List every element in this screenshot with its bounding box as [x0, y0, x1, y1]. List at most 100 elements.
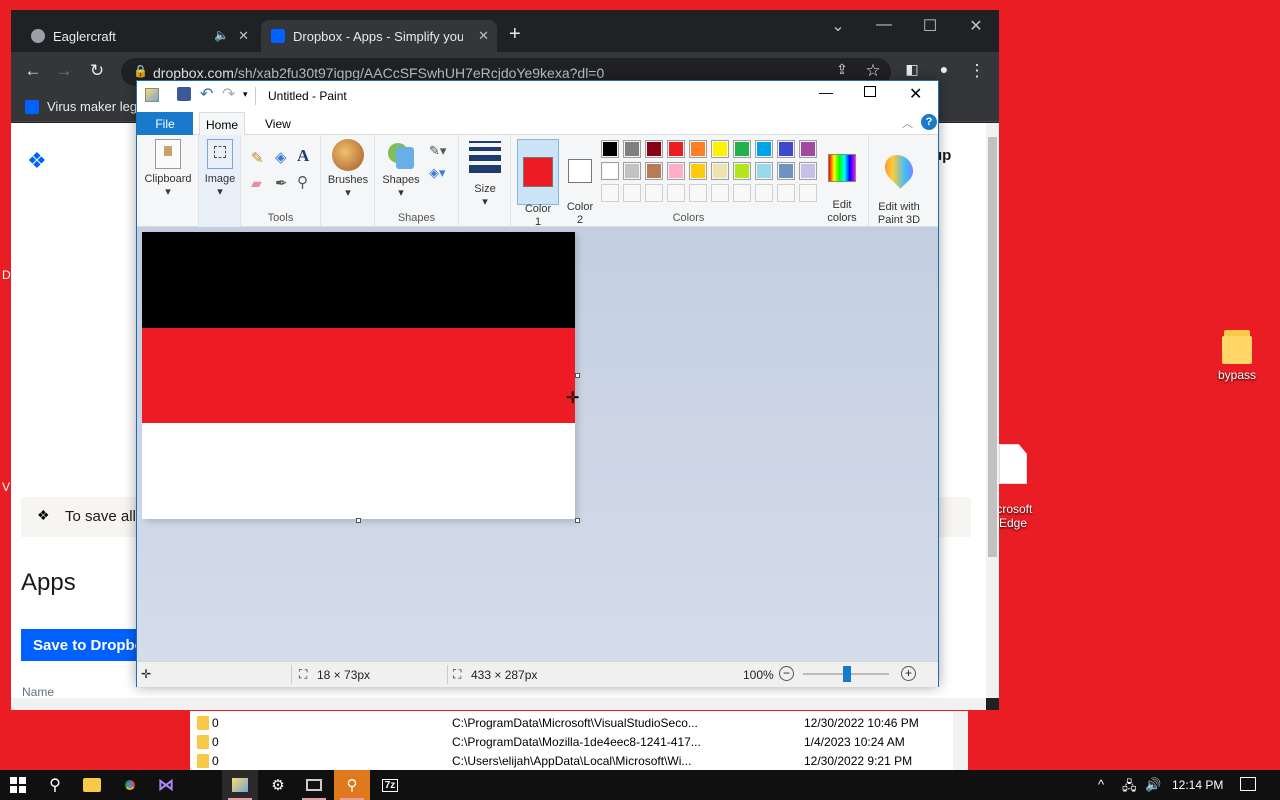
list-scrollbar[interactable] [953, 711, 968, 770]
color-swatch[interactable] [667, 184, 685, 202]
visual-studio-icon[interactable]: ⋈ [148, 770, 184, 800]
zoom-out-button[interactable]: − [779, 666, 794, 681]
color-swatch[interactable] [711, 184, 729, 202]
window-icon[interactable] [296, 770, 332, 800]
image-button[interactable]: Image ▾ [201, 139, 239, 199]
collapse-ribbon-icon[interactable]: ︿ [902, 115, 913, 131]
network-icon[interactable]: 🖧 [1122, 777, 1137, 799]
color-swatch[interactable] [645, 184, 663, 202]
drawing-canvas[interactable] [142, 232, 575, 519]
tab-dropbox[interactable]: Dropbox - Apps - Simplify your l ✕ [261, 20, 497, 52]
horizontal-scrollbar[interactable] [11, 698, 986, 710]
fill-style-icon[interactable]: ◈▾ [429, 165, 446, 181]
paint-taskbar-icon[interactable] [222, 770, 258, 800]
minimize-icon[interactable]: — [869, 16, 899, 34]
file-explorer-icon[interactable] [74, 770, 110, 800]
edit-colors-button[interactable]: Edit colors [823, 141, 861, 225]
color-swatch[interactable] [755, 162, 773, 180]
maximize-icon[interactable]: ☐ [915, 16, 945, 36]
color-swatch[interactable] [777, 184, 795, 202]
save-icon[interactable] [177, 87, 191, 101]
resize-handle[interactable] [356, 518, 361, 523]
color-swatch[interactable] [667, 162, 685, 180]
magnifier-icon[interactable]: ⚲ [297, 173, 308, 191]
new-tab-button[interactable]: + [509, 23, 521, 46]
color-swatch[interactable] [733, 162, 751, 180]
size-button[interactable]: Size ▾ [463, 141, 507, 209]
shapes-button[interactable]: Shapes ▾ [377, 139, 425, 200]
zoom-slider-thumb[interactable] [843, 666, 851, 682]
list-item[interactable]: 0 C:\ProgramData\Microsoft\VisualStudioS… [190, 713, 950, 732]
color-swatch[interactable] [777, 162, 795, 180]
list-item[interactable]: 0 C:\Users\elijah\AppData\Local\Microsof… [190, 751, 950, 770]
clipboard-button[interactable]: Clipboard ▾ [141, 139, 195, 199]
speaker-icon[interactable]: 🔈 [214, 28, 229, 42]
color2-button[interactable]: Color 2 [561, 143, 599, 227]
color-swatch[interactable] [711, 140, 729, 158]
edit-with-paint3d-button[interactable]: Edit with Paint 3D [871, 141, 927, 227]
bookmark-item[interactable]: Virus maker legi [25, 99, 140, 114]
page-scrollbar[interactable] [986, 123, 999, 698]
dropbox-logo-icon[interactable]: ❖ [27, 150, 55, 174]
quick-access-dropdown-icon[interactable]: ▾ [243, 89, 248, 100]
terminal-icon[interactable]: 7z [372, 770, 408, 800]
color-swatch[interactable] [601, 162, 619, 180]
maximize-icon[interactable] [864, 86, 876, 97]
text-icon[interactable]: A [297, 146, 309, 166]
canvas-area[interactable]: ✛ [137, 227, 938, 661]
resize-handle[interactable] [575, 373, 580, 378]
side-panel-icon[interactable]: ◧ [901, 61, 923, 78]
outline-icon[interactable]: ✎▾ [429, 143, 446, 159]
color-swatch[interactable] [645, 140, 663, 158]
redo-icon[interactable]: ↷ [222, 84, 235, 104]
list-item[interactable]: 0 C:\ProgramData\Mozilla-1de4eec8-1241-4… [190, 732, 950, 751]
color-swatch[interactable] [601, 184, 619, 202]
menu-icon[interactable]: ⋮ [966, 61, 988, 81]
fill-icon[interactable]: ◈ [275, 148, 287, 166]
star-icon[interactable]: ☆ [862, 61, 884, 81]
tab-eaglercraft[interactable]: Eaglercraft 🔈 ✕ [21, 20, 257, 52]
close-tab-icon[interactable]: ✕ [238, 28, 249, 44]
color-swatch[interactable] [755, 184, 773, 202]
color-swatch[interactable] [799, 184, 817, 202]
color-swatch[interactable] [755, 140, 773, 158]
name-column-header[interactable]: Name [22, 685, 54, 698]
color-swatch[interactable] [689, 140, 707, 158]
minimize-icon[interactable]: — [819, 84, 833, 100]
color-swatch[interactable] [601, 140, 619, 158]
pencil-icon[interactable]: ✎ [251, 149, 264, 167]
zoom-in-button[interactable]: + [901, 666, 916, 681]
magnifier-app-icon[interactable]: ⚲ [334, 770, 370, 800]
volume-icon[interactable]: 🔊 [1145, 777, 1161, 793]
color-swatch[interactable] [711, 162, 729, 180]
settings-icon[interactable]: ⚙ [260, 770, 296, 800]
color-swatch[interactable] [645, 162, 663, 180]
color-swatch[interactable] [733, 140, 751, 158]
color-swatch[interactable] [689, 184, 707, 202]
color-swatch[interactable] [689, 162, 707, 180]
color-swatch[interactable] [733, 184, 751, 202]
brushes-button[interactable]: Brushes ▾ [323, 139, 373, 200]
color-swatch[interactable] [623, 184, 641, 202]
forward-icon[interactable]: → [53, 61, 75, 81]
close-window-icon[interactable]: ✕ [961, 16, 991, 36]
close-tab-icon[interactable]: ✕ [478, 28, 489, 44]
desktop-icon-bypass[interactable]: bypass [1202, 326, 1272, 382]
chrome-icon[interactable] [112, 770, 148, 800]
resize-handle[interactable] [575, 518, 580, 523]
color-swatch[interactable] [623, 162, 641, 180]
help-icon[interactable]: ? [921, 114, 937, 130]
search-icon[interactable]: ⚲ [37, 770, 73, 800]
tray-chevron-icon[interactable]: ^ [1098, 777, 1104, 792]
undo-icon[interactable]: ↶ [200, 84, 213, 104]
back-icon[interactable]: ← [22, 61, 44, 81]
reload-icon[interactable]: ↻ [86, 61, 108, 81]
color-swatch[interactable] [799, 140, 817, 158]
color-swatch[interactable] [799, 162, 817, 180]
eraser-icon[interactable]: ▰ [251, 175, 262, 192]
color-swatch[interactable] [777, 140, 795, 158]
share-icon[interactable]: ⇪ [831, 61, 853, 78]
color1-button[interactable]: Color 1 [517, 139, 559, 228]
color-swatch[interactable] [667, 140, 685, 158]
profile-icon[interactable]: ● [933, 61, 955, 77]
